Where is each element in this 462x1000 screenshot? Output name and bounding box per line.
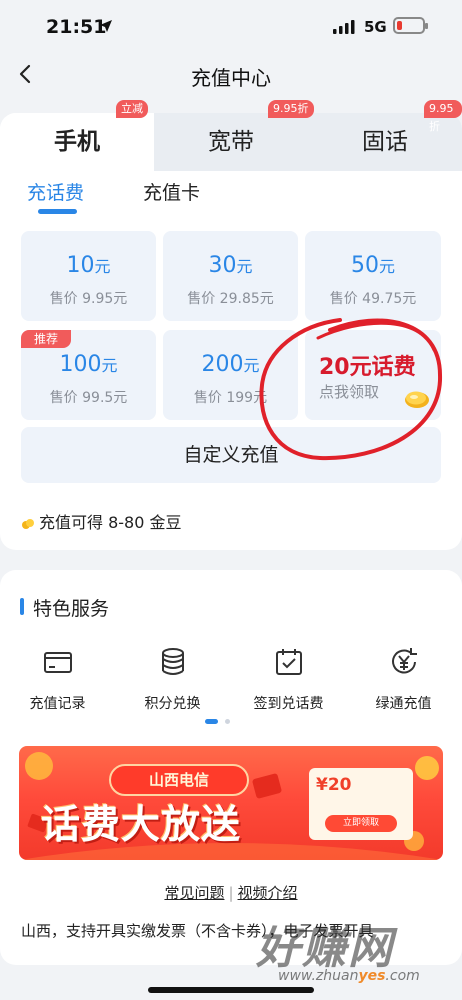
battery-icon: [393, 17, 428, 34]
service-label: 积分兑换: [144, 696, 201, 712]
tile-unit: 元: [378, 257, 395, 276]
tile-price: 售价 99.5元: [49, 390, 128, 406]
subtab-active-indicator: [38, 209, 77, 214]
network-type: 5G: [364, 18, 387, 36]
tab-broadband[interactable]: 宽带: [154, 113, 308, 171]
gold-coin-icon: [405, 391, 429, 408]
promo-subtitle: 点我领取: [319, 383, 380, 401]
gold-bean-icon: [22, 518, 34, 529]
amount-tile-50[interactable]: 50元 售价 49.75元: [305, 231, 441, 321]
coins-stack-icon: [162, 648, 184, 675]
service-green-channel[interactable]: 绿通充值: [346, 645, 461, 715]
amount-tile-10[interactable]: 10元 售价 9.95元: [21, 231, 156, 321]
subtab-recharge-card[interactable]: 充值卡: [143, 178, 200, 205]
service-recharge-record[interactable]: 充值记录: [0, 645, 115, 715]
service-label: 签到兑话费: [253, 696, 324, 712]
amount-tile-200[interactable]: 200元 售价 199元: [163, 330, 298, 420]
beans-info: 充值可得 8-80 金豆: [21, 509, 182, 533]
tile-amount: 100: [59, 352, 102, 377]
custom-recharge-button[interactable]: 自定义充值: [21, 427, 441, 483]
tile-unit: 元: [236, 257, 253, 276]
tile-amount: 200: [201, 352, 244, 377]
recommend-badge: 推荐: [21, 330, 71, 348]
service-label: 充值记录: [29, 696, 86, 712]
tile-unit: 元: [101, 356, 118, 375]
tile-price: 售价 199元: [193, 390, 268, 406]
category-tabs: 手机 宽带 固话: [0, 113, 462, 171]
link-separator: |: [228, 884, 234, 902]
tab-badge-landline: 9.95折: [424, 100, 462, 133]
amount-tile-30[interactable]: 30元 售价 29.85元: [163, 231, 298, 321]
beans-text: 充值可得 8-80 金豆: [39, 513, 182, 532]
service-label: 绿通充值: [375, 696, 432, 712]
video-intro-link[interactable]: 视频介绍: [238, 884, 298, 902]
tile-amount: 30: [208, 253, 237, 278]
tile-price: 售价 49.75元: [329, 291, 417, 307]
page-title: 充值中心: [191, 66, 271, 90]
tile-amount: 50: [350, 253, 379, 278]
coupon-amount: ¥20: [316, 775, 352, 795]
coupon-claim-button[interactable]: 立即领取: [325, 815, 397, 832]
tile-price: 售价 9.95元: [49, 291, 128, 307]
subtab-phone-bill[interactable]: 充话费: [27, 178, 84, 205]
tab-mobile[interactable]: 手机: [0, 113, 154, 171]
location-arrow-icon: [100, 20, 112, 32]
status-time: 21:51: [46, 16, 107, 38]
pager-dot-active: [205, 719, 218, 724]
banner-headline: 话费大放送: [41, 803, 242, 848]
tile-unit: 元: [94, 257, 111, 276]
banner-region-pill: 山西电信: [109, 764, 249, 796]
tile-amount: 10: [66, 253, 95, 278]
status-bar: 21:51 5G: [0, 0, 462, 56]
yuan-refresh-icon: [392, 648, 417, 674]
watermark-url: www.zhuanyes.com: [278, 968, 420, 984]
help-links: 常见问题 | 视频介绍: [0, 882, 462, 903]
service-points-exchange[interactable]: 积分兑换: [115, 645, 230, 715]
tile-price: 售价 29.85元: [187, 291, 274, 307]
pager-dot: [225, 719, 230, 724]
tab-badge-mobile: 立减: [116, 100, 148, 118]
invoice-note: 山西，支持开具实缴发票（不含卡券），电子发票开具: [21, 922, 374, 940]
promo-banner[interactable]: 山西电信 话费大放送 ¥20 立即领取: [19, 746, 443, 860]
promo-title: 20元话费: [319, 355, 416, 380]
tab-badge-broadband: 9.95折: [268, 100, 314, 118]
faq-link[interactable]: 常见问题: [164, 884, 224, 902]
tile-unit: 元: [243, 356, 260, 375]
section-accent-bar: [20, 598, 24, 615]
home-indicator: [148, 987, 314, 993]
signal-icon: [333, 20, 355, 34]
service-checkin[interactable]: 签到兑话费: [231, 645, 346, 715]
promo-tile[interactable]: 20元话费 点我领取: [305, 330, 441, 420]
card-icon: [44, 652, 72, 673]
banner-coupon: ¥20 立即领取: [309, 768, 413, 840]
calendar-check-icon: [276, 649, 302, 675]
services-title: 特色服务: [33, 598, 110, 620]
